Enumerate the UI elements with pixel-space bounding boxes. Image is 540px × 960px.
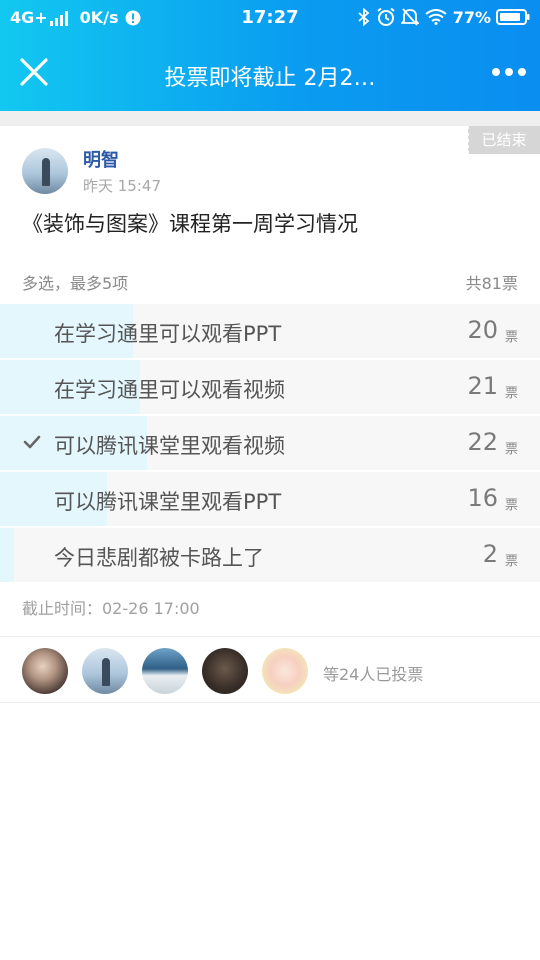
- poll-option[interactable]: 在学习通里可以观看PPT 20 票: [0, 304, 540, 358]
- deadline-text: 截止时间：02-26 17:00: [22, 599, 200, 618]
- option-count: 20: [467, 316, 498, 344]
- bluetooth-icon: [358, 8, 370, 26]
- battery-icon: [496, 9, 530, 25]
- battery-percent: 77%: [452, 7, 491, 27]
- poll-option[interactable]: 可以腾讯课堂里观看视频 22 票: [0, 416, 540, 470]
- post-time: 昨天 15:47: [83, 177, 161, 195]
- option-unit: 票: [504, 330, 518, 345]
- vote-mode: 多选，最多5项: [22, 274, 129, 293]
- app-header: 4G+ 0K/s 17:27 77% 投票即将截止 2月2…: [0, 0, 540, 111]
- voters-summary[interactable]: 等24人已投票: [323, 661, 423, 685]
- option-share-bar: [0, 528, 14, 582]
- option-unit: 票: [504, 554, 518, 569]
- voter-avatar[interactable]: [262, 648, 308, 694]
- more-button[interactable]: [492, 62, 526, 82]
- avatar-figure: [42, 158, 50, 186]
- vote-meta: 多选，最多5项 共81票: [22, 270, 518, 294]
- status-right: 77%: [358, 7, 530, 27]
- nav-bar: 投票即将截止 2月2…: [0, 36, 540, 111]
- checkmark-icon: [23, 435, 41, 449]
- author-avatar[interactable]: [22, 148, 68, 194]
- option-count: 2: [482, 540, 498, 568]
- option-label: 今日悲剧都被卡路上了: [54, 546, 264, 570]
- more-dot-icon: [492, 68, 500, 76]
- option-unit: 票: [504, 442, 518, 457]
- option-count: 16: [467, 484, 498, 512]
- vote-total: 共81票: [465, 274, 518, 293]
- poll-option[interactable]: 今日悲剧都被卡路上了 2 票: [0, 528, 540, 582]
- voter-avatar[interactable]: [22, 648, 68, 694]
- mute-icon: [400, 8, 419, 26]
- poll-title: 《装饰与图案》课程第一周学习情况: [22, 212, 358, 236]
- divider: [0, 702, 540, 703]
- option-label: 在学习通里可以观看PPT: [54, 322, 282, 346]
- voter-avatar[interactable]: [142, 648, 188, 694]
- voter-avatar[interactable]: [202, 648, 248, 694]
- option-unit: 票: [504, 386, 518, 401]
- option-label: 可以腾讯课堂里观看PPT: [54, 490, 282, 514]
- option-count: 22: [467, 428, 498, 456]
- more-dot-icon: [505, 68, 513, 76]
- page-title: 投票即将截止 2月2…: [164, 66, 376, 91]
- option-label: 在学习通里可以观看视频: [54, 378, 285, 402]
- option-unit: 票: [504, 498, 518, 513]
- alarm-icon: [377, 7, 395, 26]
- poll-option[interactable]: 在学习通里可以观看视频 21 票: [0, 360, 540, 414]
- poll-option[interactable]: 可以腾讯课堂里观看PPT 16 票: [0, 472, 540, 526]
- status-badge: 已结束: [466, 126, 540, 154]
- author-name[interactable]: 明智: [83, 146, 119, 172]
- voter-avatar[interactable]: [82, 648, 128, 694]
- option-count: 21: [467, 372, 498, 400]
- more-dot-icon: [518, 68, 526, 76]
- wifi-icon: [425, 9, 447, 25]
- option-label: 可以腾讯课堂里观看视频: [54, 434, 285, 458]
- section-gap: [0, 111, 540, 126]
- divider: [0, 636, 540, 637]
- status-bar: 4G+ 0K/s 17:27 77%: [0, 0, 540, 36]
